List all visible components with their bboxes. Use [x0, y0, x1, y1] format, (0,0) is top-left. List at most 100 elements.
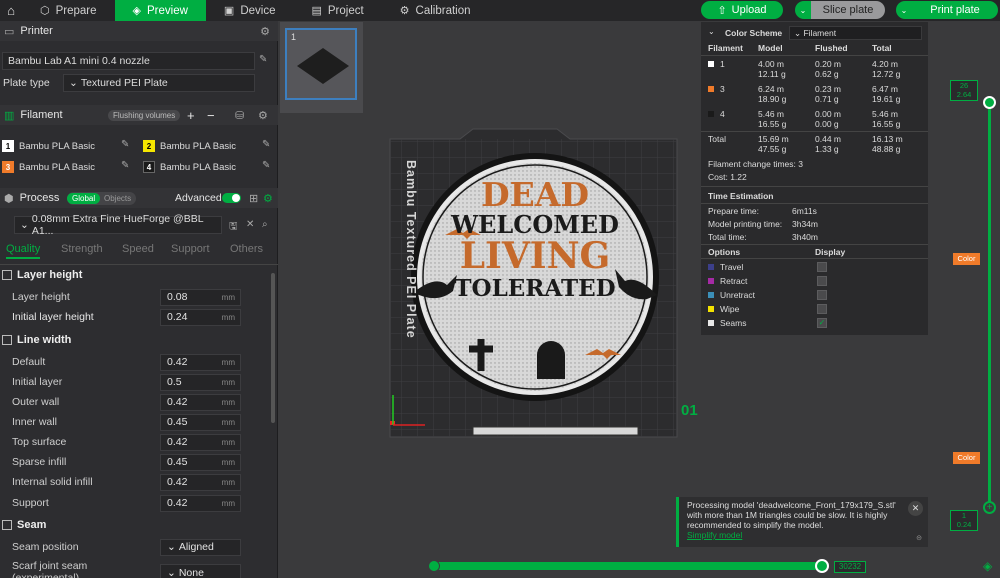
tab-calibration[interactable]: ⚙ Calibration	[382, 0, 489, 21]
objects-toggle[interactable]: Objects	[104, 194, 131, 203]
home-icon[interactable]: ⌂	[0, 0, 22, 21]
chevron-down-icon[interactable]: ⌄	[708, 27, 715, 36]
outer-wall-line-width-input[interactable]: 0.42 mm	[160, 393, 241, 411]
advanced-switch[interactable]	[222, 193, 241, 203]
simplify-model-link[interactable]: Simplify model	[687, 530, 898, 540]
unretract-checkbox[interactable]	[817, 290, 827, 300]
sparse-infill-line-width-input[interactable]: 0.45 mm	[160, 453, 241, 471]
minimize-icon[interactable]: ⊝	[916, 534, 922, 544]
scarf-joint-seam-select[interactable]: ⌄ None	[160, 564, 241, 578]
move-slider-start-handle[interactable]	[428, 560, 440, 572]
tab-others[interactable]: Others	[230, 243, 263, 255]
filament-id: 1	[720, 59, 725, 69]
default-line-width-input[interactable]: 0.42 mm	[160, 353, 241, 371]
tab-speed[interactable]: Speed	[122, 243, 154, 255]
internal-solid-infill-line-width-input[interactable]: 0.42 mm	[160, 473, 241, 491]
edit-icon[interactable]: ✎	[121, 160, 129, 171]
slice-dropdown-button[interactable]: ⌄	[795, 1, 811, 19]
color-change-marker[interactable]: Color	[953, 452, 980, 464]
layer-slider-top-handle[interactable]	[983, 96, 996, 109]
retract-checkbox[interactable]	[817, 276, 827, 286]
global-toggle[interactable]: Global	[67, 192, 101, 204]
group-line-width: Line width	[0, 331, 270, 349]
filament-section-header: ▥ Filament Flushing volumes + − ⛁ ⚙	[0, 105, 278, 125]
layers-icon[interactable]: ◈	[983, 559, 992, 573]
remove-icon[interactable]: −	[207, 108, 215, 123]
tab-preview[interactable]: ◈ Preview	[114, 0, 206, 21]
filament-slot-3[interactable]: 3 Bambu PLA Basic	[2, 158, 95, 176]
edit-icon[interactable]: ✎	[121, 139, 129, 150]
printer-select[interactable]: Bambu Lab A1 mini 0.4 nozzle	[2, 52, 255, 70]
search-icon[interactable]: ⌕	[262, 219, 268, 230]
tab-quality[interactable]: Quality	[6, 243, 41, 259]
plate-design-text: DEAD WELCOMED LIVING TOLERATED	[450, 178, 620, 300]
move-slider-handle[interactable]	[815, 559, 829, 573]
filament-slot-2[interactable]: 2 Bambu PLA Basic	[143, 137, 236, 155]
top-layer-number: 26	[959, 81, 969, 90]
sidebar-scrollbar[interactable]	[271, 273, 275, 423]
travel-checkbox[interactable]	[817, 262, 827, 272]
design-line-2: WELCOMED	[451, 210, 619, 239]
process-settings-icon[interactable]: ⚙	[263, 192, 273, 205]
tab-project[interactable]: ▤ Project	[293, 0, 381, 21]
print-dropdown-button[interactable]: ⌄	[896, 1, 912, 19]
inner-wall-line-width-input[interactable]: 0.45 mm	[160, 413, 241, 431]
wipe-checkbox[interactable]	[817, 304, 827, 314]
layer-slider-bottom-handle[interactable]: +	[983, 501, 996, 514]
plate-type-select[interactable]: ⌄ Textured PEI Plate	[63, 74, 255, 92]
layers-icon: ◈	[132, 5, 141, 17]
flushing-volumes-button[interactable]: Flushing volumes	[108, 109, 181, 121]
slice-plate-button[interactable]: Slice plate	[811, 1, 885, 19]
print-plate-button[interactable]: Print plate	[912, 1, 998, 19]
setting-inner-wall-line-width: Inner wall 0.45 mm	[0, 412, 278, 432]
support-line-width-input[interactable]: 0.42 mm	[160, 494, 241, 512]
plate-thumbnail[interactable]: 1	[285, 28, 357, 100]
model-length: 5.46 m	[758, 109, 784, 119]
printer-settings-icon[interactable]: ⚙	[260, 25, 270, 38]
divider	[701, 186, 928, 187]
color-scheme-select[interactable]: ⌄ Filament	[789, 26, 922, 40]
tab-strength[interactable]: Strength	[61, 243, 103, 255]
tab-prepare[interactable]: ⬡ Prepare	[22, 0, 115, 21]
layer-slider-track[interactable]	[988, 103, 991, 507]
process-profile-select[interactable]: ⌄ 0.08mm Extra Fine HueForge @BBL A1...	[14, 213, 222, 237]
close-icon[interactable]: ✕	[246, 219, 254, 230]
sync-icon[interactable]: ⛁	[235, 109, 244, 122]
initial-layer-height-input[interactable]: 0.24 mm	[160, 308, 241, 326]
filament-settings-icon[interactable]: ⚙	[258, 109, 268, 122]
legend-panel: ⌄ Color Scheme ⌄ Filament Filament Model…	[701, 22, 928, 335]
top-surface-line-width-input[interactable]: 0.42 mm	[160, 433, 241, 451]
save-icon[interactable]: 🖫	[229, 219, 238, 236]
initial-layer-line-width-input[interactable]: 0.5 mm	[160, 373, 241, 391]
bed-label: Bambu Textured PEI Plate	[404, 160, 418, 339]
edit-icon[interactable]: ✎	[262, 139, 270, 150]
seams-checkbox[interactable]: ✓	[817, 318, 827, 328]
design-line-1: DEAD	[481, 175, 589, 214]
notification-text: Processing model 'deadwelcome_Front_179x…	[687, 500, 896, 530]
process-icon: ⬢	[4, 192, 14, 205]
tab-device[interactable]: ▣ Device	[206, 0, 294, 21]
model-length: 4.00 m	[758, 59, 784, 69]
col-model: Model	[758, 43, 783, 53]
filament-slot-1[interactable]: 1 Bambu PLA Basic	[2, 137, 95, 155]
filament-slot-4[interactable]: 4 Bambu PLA Basic	[143, 158, 236, 176]
move-slider-track[interactable]	[430, 562, 826, 570]
seam-position-select[interactable]: ⌄ Aligned	[160, 538, 241, 556]
add-icon[interactable]: +	[187, 108, 195, 123]
simplify-notification: Processing model 'deadwelcome_Front_179x…	[676, 497, 928, 547]
divider	[701, 55, 928, 56]
cost: Cost: 1.22	[708, 172, 747, 182]
upload-button[interactable]: ⇧ Upload	[701, 1, 783, 19]
tab-support[interactable]: Support	[171, 243, 210, 255]
setting-top-surface-line-width: Top surface 0.42 mm	[0, 432, 278, 452]
printer-icon: ▭	[4, 25, 15, 38]
close-icon[interactable]: ✕	[908, 501, 923, 516]
layer-height-input[interactable]: 0.08 mm	[160, 288, 241, 306]
color-change-marker[interactable]: Color	[953, 253, 980, 265]
chevron-down-icon: ⌄	[20, 219, 29, 231]
edit-icon[interactable]: ✎	[262, 160, 270, 171]
chevron-down-icon: ⌄	[900, 5, 908, 15]
compare-icon[interactable]: ⊞	[249, 192, 258, 205]
edit-icon[interactable]: ✎	[259, 54, 267, 65]
flushed-weight: 0.62 g	[815, 69, 839, 79]
